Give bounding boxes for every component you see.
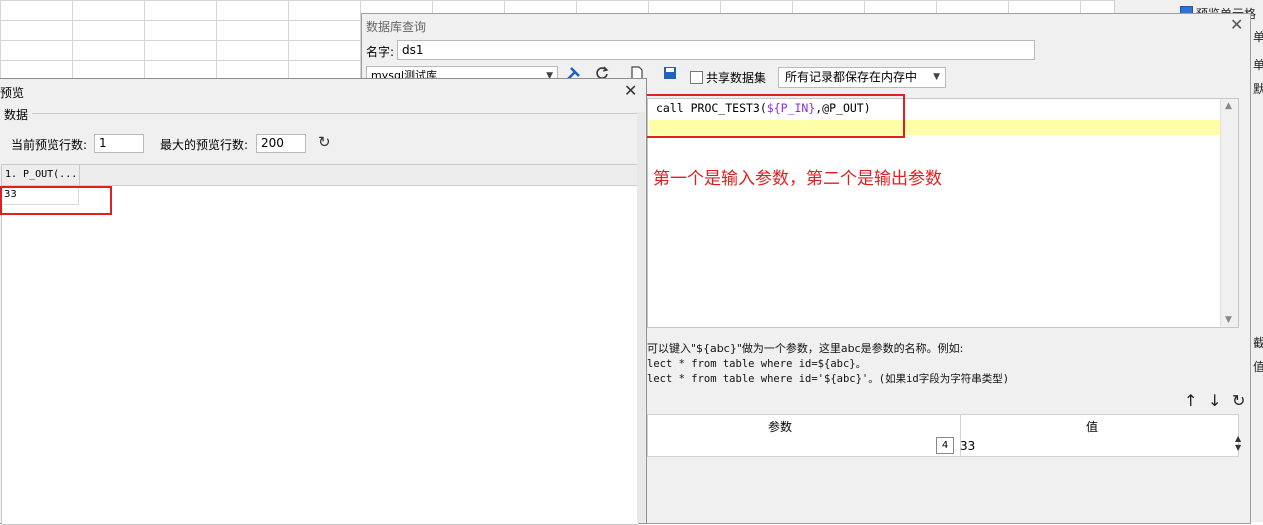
param-table-header: 参数 值 — [647, 414, 1239, 437]
hint-line-2: lect * from table where id=${abc}。 — [647, 358, 867, 370]
memory-mode-select[interactable]: 所有记录都保存在内存中 ▼ — [778, 67, 946, 88]
annotation-box-code — [645, 94, 905, 138]
memory-mode-value: 所有记录都保存在内存中 — [785, 70, 918, 84]
move-up-icon[interactable]: ↑ — [1184, 391, 1197, 410]
scroll-up-icon[interactable]: ▲ — [1225, 101, 1232, 111]
current-rows-label: 当前预览行数: — [11, 138, 88, 152]
annotation-box-result — [0, 186, 112, 215]
preview-scrollbar[interactable] — [637, 112, 645, 522]
result-column-header[interactable]: 1. P_OUT(... — [2, 165, 80, 185]
result-table-header: 1. P_OUT(... — [2, 165, 638, 186]
scroll-down-icon[interactable]: ▼ — [1225, 315, 1232, 325]
annotation-text: 第一个是输入参数，第二个是输出参数 — [653, 169, 942, 189]
share-dataset-checkbox[interactable] — [690, 71, 703, 84]
right-panel-text-3: 单 — [1253, 58, 1263, 72]
preview-title: 预览 — [0, 86, 25, 100]
move-down-icon[interactable]: ↓ — [1208, 391, 1221, 410]
type-integer-icon[interactable]: 4 — [936, 437, 954, 454]
param-column-header: 参数 — [768, 420, 793, 434]
right-panel-text-4: 默 — [1253, 82, 1263, 96]
value-column-header: 值 — [1086, 420, 1099, 434]
dialog-title: 数据库查询 — [366, 20, 427, 34]
name-input[interactable]: ds1 — [397, 40, 1035, 60]
save-icon[interactable] — [659, 66, 681, 86]
chevron-down-icon: ▼ — [933, 72, 940, 82]
close-icon[interactable]: ✕ — [1230, 15, 1243, 34]
max-rows-label: 最大的预览行数: — [160, 138, 249, 152]
current-rows-input[interactable]: 1 — [94, 134, 144, 153]
right-panel-text-2: 单 — [1253, 30, 1263, 44]
preview-dialog: 预览 ✕ 数据 当前预览行数: 1 最大的预览行数: 200 ↻ 1. P_OU… — [0, 78, 647, 525]
refresh-icon[interactable]: ↻ — [318, 133, 331, 151]
max-rows-input[interactable]: 200 — [256, 134, 306, 153]
hint-line-3: lect * from table where id='${abc}'。(如果i… — [647, 373, 1010, 385]
editor-scrollbar[interactable]: ▲ ▼ — [1220, 99, 1238, 327]
name-label: 名字: — [366, 45, 395, 59]
right-panel-text-5: 值 — [1253, 360, 1263, 374]
hint-line-1: 可以键入"${abc}"做为一个参数，这里abc是参数的名称。例如: — [647, 342, 964, 355]
data-group-label: 数据 — [4, 108, 29, 122]
value-spinner[interactable]: ▲ ▼ — [1235, 434, 1241, 452]
refresh-params-icon[interactable]: ↻ — [1232, 391, 1245, 410]
close-icon[interactable]: ✕ — [624, 81, 637, 100]
result-table: 1. P_OUT(... 33 — [1, 164, 639, 525]
group-divider — [32, 113, 638, 114]
share-dataset-label: 共享数据集 — [706, 71, 767, 85]
right-panel-text-6: 截 — [1253, 336, 1263, 350]
param-value[interactable]: 33 — [960, 439, 975, 453]
